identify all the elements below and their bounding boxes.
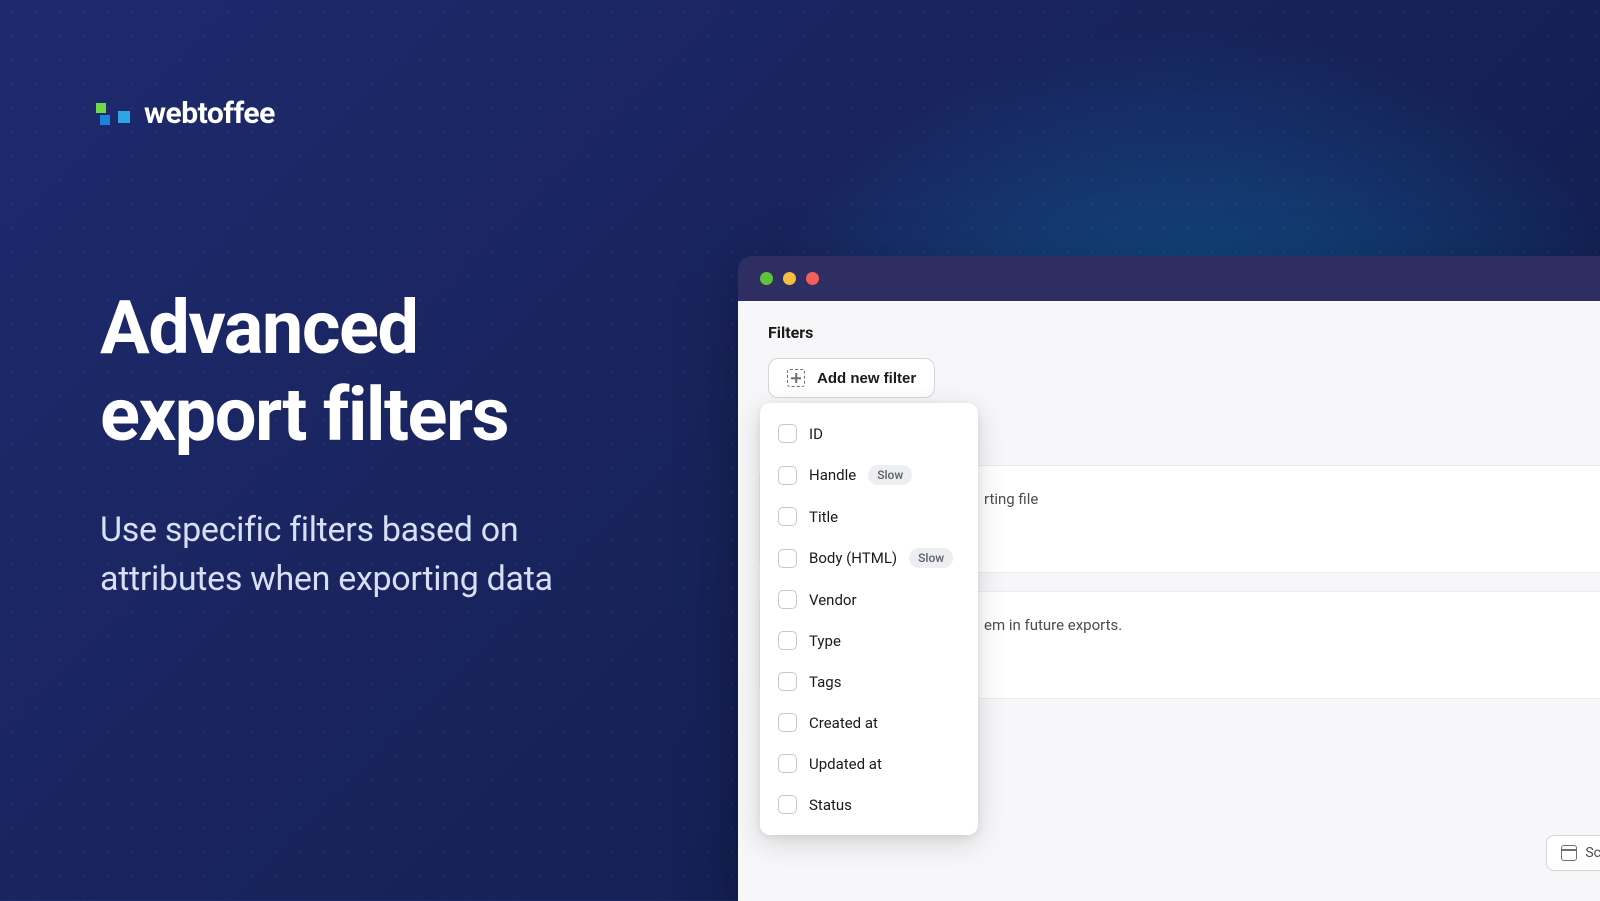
filter-option-label: Title <box>809 508 838 526</box>
filter-option-label: Type <box>809 632 841 650</box>
hint-text-1: rting file <box>984 490 1592 508</box>
checkbox[interactable] <box>778 507 797 526</box>
traffic-light-minimize-icon[interactable] <box>783 272 796 285</box>
brand-logo-mark <box>96 105 130 123</box>
hero-sub-line1: Use specific filters based on <box>100 506 553 555</box>
checkbox[interactable] <box>778 795 797 814</box>
filter-option-label: Handle <box>809 466 856 484</box>
calendar-icon <box>1561 845 1577 861</box>
checkbox[interactable] <box>778 754 797 773</box>
checkbox[interactable] <box>778 713 797 732</box>
filter-option-type[interactable]: Type <box>760 620 978 661</box>
filter-option-label: Status <box>809 796 852 814</box>
hero-title-line1: Advanced <box>100 285 553 372</box>
checkbox[interactable] <box>778 590 797 609</box>
filter-option-tags[interactable]: Tags <box>760 661 978 702</box>
hint-text-2: em in future exports. <box>984 616 1592 634</box>
filter-option-handle[interactable]: Handle Slow <box>760 454 978 496</box>
checkbox[interactable] <box>778 631 797 650</box>
slow-badge: Slow <box>909 548 953 568</box>
filter-option-label: Tags <box>809 673 841 691</box>
filter-option-label: ID <box>809 425 823 443</box>
filter-option-label: Created at <box>809 714 878 732</box>
filter-option-status[interactable]: Status <box>760 784 978 825</box>
brand-name: webtoffee <box>144 96 275 131</box>
hero-title: Advanced export filters <box>100 285 553 460</box>
filter-option-label: Vendor <box>809 591 857 609</box>
checkbox[interactable] <box>778 424 797 443</box>
add-icon <box>787 369 805 387</box>
checkbox[interactable] <box>778 549 797 568</box>
hero-subtitle: Use specific filters based on attributes… <box>100 506 553 605</box>
filter-option-label: Body (HTML) <box>809 549 897 567</box>
filter-option-id[interactable]: ID <box>760 413 978 454</box>
schedule-label: Sc <box>1585 845 1600 861</box>
filter-option-vendor[interactable]: Vendor <box>760 579 978 620</box>
filter-option-body-html[interactable]: Body (HTML) Slow <box>760 537 978 579</box>
window-titlebar <box>738 256 1600 301</box>
slow-badge: Slow <box>868 465 912 485</box>
traffic-light-close-icon[interactable] <box>760 272 773 285</box>
hero: Advanced export filters Use specific fil… <box>100 285 553 604</box>
filter-option-title[interactable]: Title <box>760 496 978 537</box>
traffic-light-maximize-icon[interactable] <box>806 272 819 285</box>
add-new-filter-button[interactable]: Add new filter <box>768 358 935 398</box>
filter-option-created-at[interactable]: Created at <box>760 702 978 743</box>
filters-section-title: Filters <box>768 323 1600 342</box>
brand-logo: webtoffee <box>96 96 275 131</box>
filter-option-label: Updated at <box>809 755 882 773</box>
filter-options-dropdown[interactable]: ID Handle Slow Title Body (HTML) Slow Ve… <box>760 403 978 835</box>
app-body: Filters Add new filter rting file em in … <box>738 301 1600 901</box>
app-window: Filters Add new filter rting file em in … <box>738 256 1600 901</box>
hero-title-line2: export filters <box>100 372 553 459</box>
checkbox[interactable] <box>778 466 797 485</box>
checkbox[interactable] <box>778 672 797 691</box>
filter-option-updated-at[interactable]: Updated at <box>760 743 978 784</box>
add-new-filter-label: Add new filter <box>817 370 916 387</box>
schedule-button[interactable]: Sc <box>1546 835 1600 871</box>
hero-sub-line2: attributes when exporting data <box>100 555 553 604</box>
